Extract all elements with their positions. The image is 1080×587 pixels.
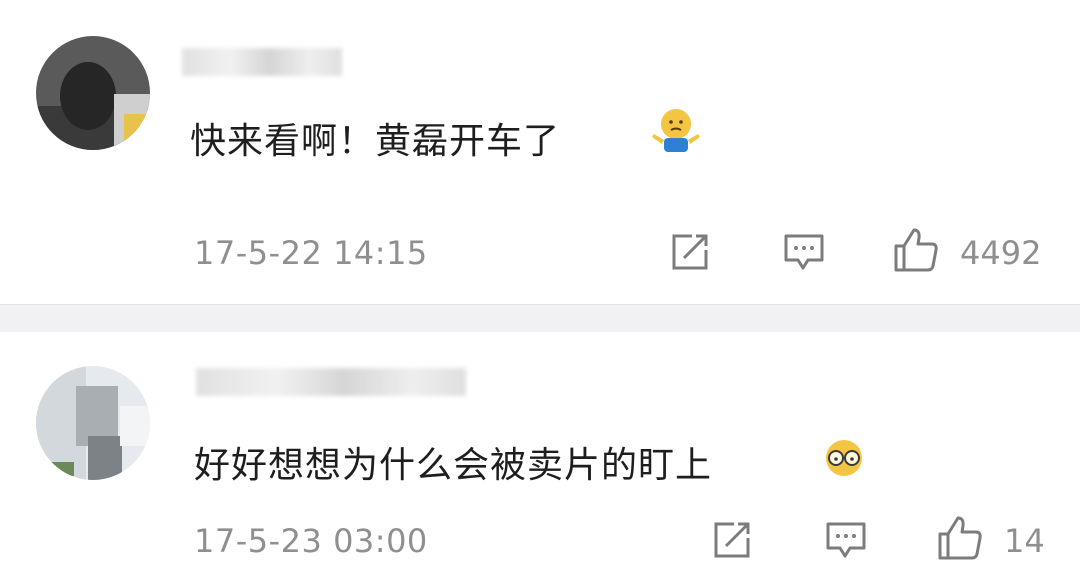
thumbs-up-icon[interactable] bbox=[892, 226, 940, 274]
glasses-face-emoji-icon bbox=[822, 436, 866, 484]
share-icon[interactable] bbox=[668, 232, 712, 272]
comment-item: 快来看啊！黄磊开车了 17-5-22 14:15 4492 bbox=[0, 0, 1080, 304]
like-count: 4492 bbox=[960, 234, 1042, 272]
shrug-emoji-icon bbox=[650, 104, 702, 160]
thumbs-up-icon[interactable] bbox=[936, 514, 984, 562]
avatar[interactable] bbox=[36, 366, 150, 480]
username-blurred[interactable] bbox=[182, 48, 342, 76]
like-count: 14 bbox=[1004, 522, 1045, 560]
share-icon[interactable] bbox=[710, 520, 754, 560]
comment-text: 好好想想为什么会被卖片的盯上 bbox=[194, 445, 713, 486]
comment-timestamp: 17-5-23 03:00 bbox=[194, 522, 428, 560]
comment-item: 好好想想为什么会被卖片的盯上 17-5-23 03:00 14 bbox=[0, 332, 1080, 587]
username-blurred[interactable] bbox=[196, 368, 466, 396]
comment-icon[interactable] bbox=[782, 232, 826, 272]
comment-text: 快来看啊！黄磊开车了 bbox=[190, 121, 561, 162]
avatar[interactable] bbox=[36, 36, 150, 150]
section-divider bbox=[0, 304, 1080, 332]
comment-timestamp: 17-5-22 14:15 bbox=[194, 234, 428, 272]
comment-icon[interactable] bbox=[824, 520, 868, 560]
